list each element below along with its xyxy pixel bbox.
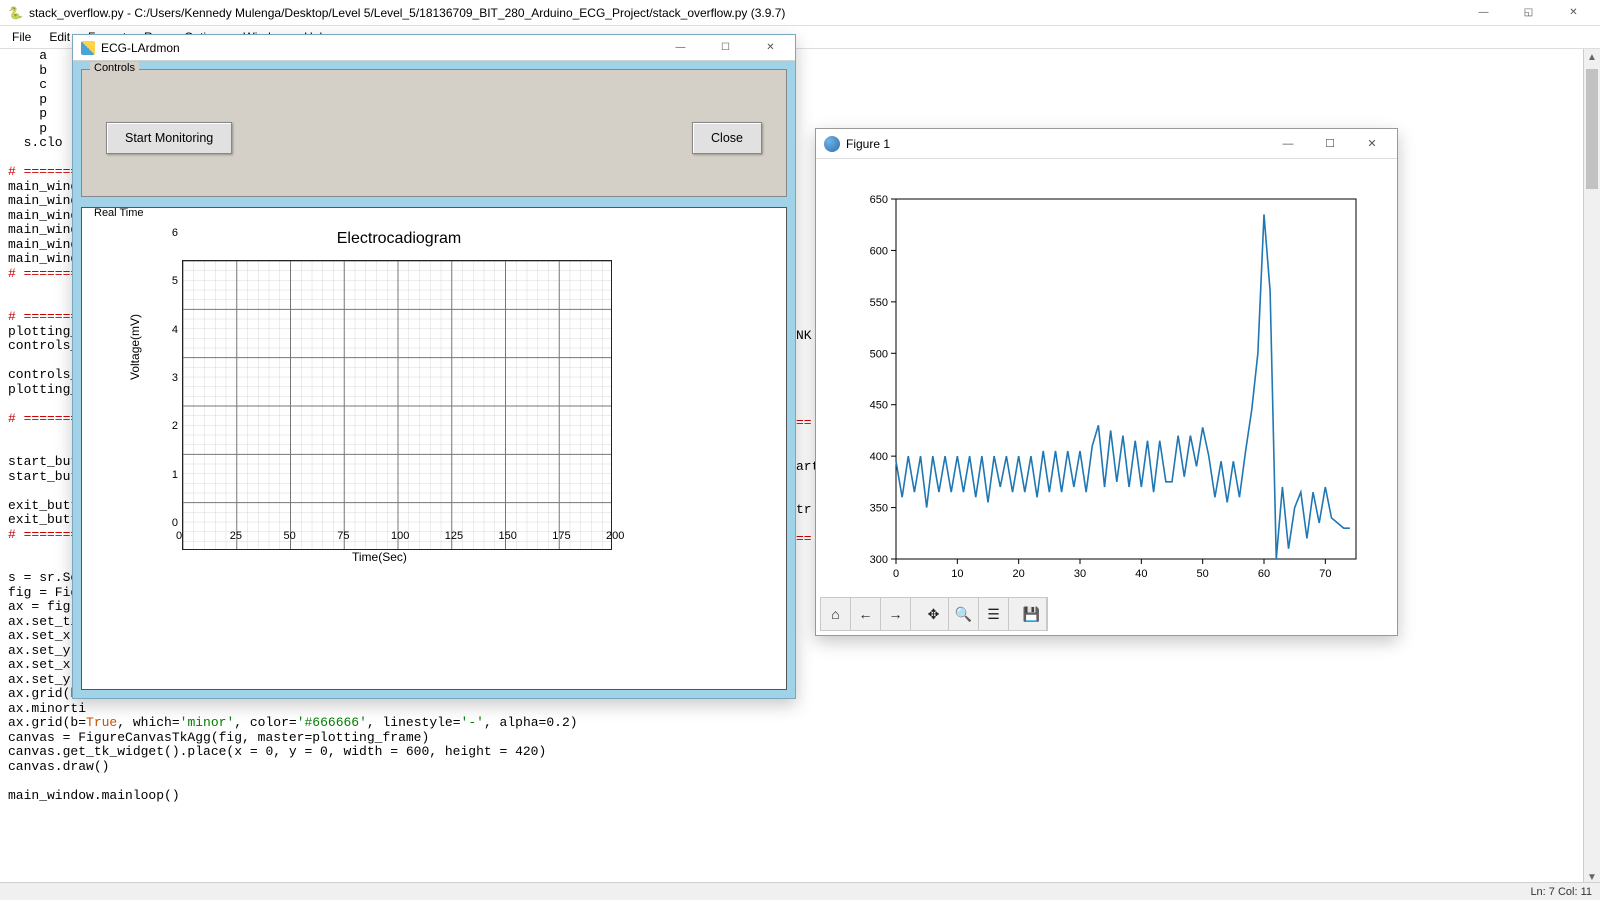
ecg-plot-area [182, 260, 612, 550]
svg-text:0: 0 [893, 568, 899, 580]
ecg-window-title: ECG-LArdmon [101, 41, 180, 55]
matplotlib-toolbar: ⌂ ← → ✥ 🔍 ☰ 💾 [820, 597, 1048, 631]
maximize-button[interactable]: ◱ [1506, 1, 1551, 25]
pan-icon[interactable]: ✥ [919, 598, 949, 630]
close-button[interactable]: ✕ [1351, 130, 1393, 158]
controls-group-label: Controls [90, 62, 139, 74]
svg-text:30: 30 [1074, 568, 1086, 580]
back-icon[interactable]: ← [851, 598, 881, 630]
realtime-group-label: Real Time [90, 207, 148, 219]
matplotlib-icon [824, 136, 840, 152]
ecg-yticks: 0123456 [160, 233, 178, 527]
figure-1-plot: 0 10 20 30 40 50 60 70 300 350 400 450 500 550 600 650 [836, 179, 1376, 599]
svg-text:500: 500 [870, 348, 888, 360]
tk-icon [81, 41, 95, 55]
svg-text:650: 650 [870, 194, 888, 206]
close-button[interactable]: ✕ [748, 36, 793, 60]
svg-text:400: 400 [870, 451, 888, 463]
python-icon: 🐍 [8, 6, 23, 20]
cursor-position: Ln: 7 Col: 11 [1530, 886, 1592, 898]
maximize-button[interactable]: ☐ [703, 36, 748, 60]
svg-text:10: 10 [951, 568, 963, 580]
ecg-chart: Electrocadiogram Voltage(mV) 0123456 025… [112, 230, 686, 659]
vertical-scrollbar[interactable]: ▲ ▼ [1583, 49, 1600, 886]
menu-file[interactable]: File [4, 28, 39, 46]
start-monitoring-button[interactable]: Start Monitoring [106, 122, 232, 154]
ecg-xlabel: Time(Sec) [352, 550, 407, 564]
svg-text:600: 600 [870, 245, 888, 257]
close-button[interactable]: Close [692, 122, 762, 154]
ecg-chart-title: Electrocadiogram [112, 230, 686, 248]
svg-text:350: 350 [870, 503, 888, 515]
figure-1-title: Figure 1 [846, 137, 890, 151]
svg-text:300: 300 [870, 554, 888, 566]
idle-statusbar: Ln: 7 Col: 11 [0, 882, 1600, 900]
idle-titlebar: 🐍 stack_overflow.py - C:/Users/Kennedy M… [0, 0, 1600, 26]
scroll-up-icon[interactable]: ▲ [1584, 49, 1600, 66]
svg-text:60: 60 [1258, 568, 1270, 580]
figure-1-titlebar: Figure 1 — ☐ ✕ [816, 129, 1397, 159]
scroll-thumb[interactable] [1586, 69, 1598, 189]
svg-text:70: 70 [1319, 568, 1331, 580]
controls-group: Controls Start Monitoring Close [81, 69, 787, 197]
svg-text:40: 40 [1135, 568, 1147, 580]
home-icon[interactable]: ⌂ [821, 598, 851, 630]
realtime-group: Real Time Electrocadiogram Voltage(mV) 0… [81, 207, 787, 690]
idle-title: stack_overflow.py - C:/Users/Kennedy Mul… [29, 6, 785, 20]
svg-text:50: 50 [1197, 568, 1209, 580]
forward-icon[interactable]: → [881, 598, 911, 630]
maximize-button[interactable]: ☐ [1309, 130, 1351, 158]
zoom-icon[interactable]: 🔍 [949, 598, 979, 630]
svg-text:20: 20 [1013, 568, 1025, 580]
close-button[interactable]: ✕ [1551, 1, 1596, 25]
configure-icon[interactable]: ☰ [979, 598, 1009, 630]
svg-text:550: 550 [870, 297, 888, 309]
ecg-titlebar: ECG-LArdmon — ☐ ✕ [73, 35, 795, 61]
save-icon[interactable]: 💾 [1017, 598, 1047, 630]
figure-1-window: Figure 1 — ☐ ✕ 0 10 20 30 40 50 60 70 300 350 400 4… [815, 128, 1398, 636]
minimize-button[interactable]: — [658, 36, 703, 60]
ecg-ylabel: Voltage(mV) [128, 314, 142, 380]
minimize-button[interactable]: — [1267, 130, 1309, 158]
ecg-lardmon-window: ECG-LArdmon — ☐ ✕ Controls Start Monitor… [72, 34, 796, 699]
svg-text:450: 450 [870, 400, 888, 412]
minimize-button[interactable]: — [1461, 1, 1506, 25]
